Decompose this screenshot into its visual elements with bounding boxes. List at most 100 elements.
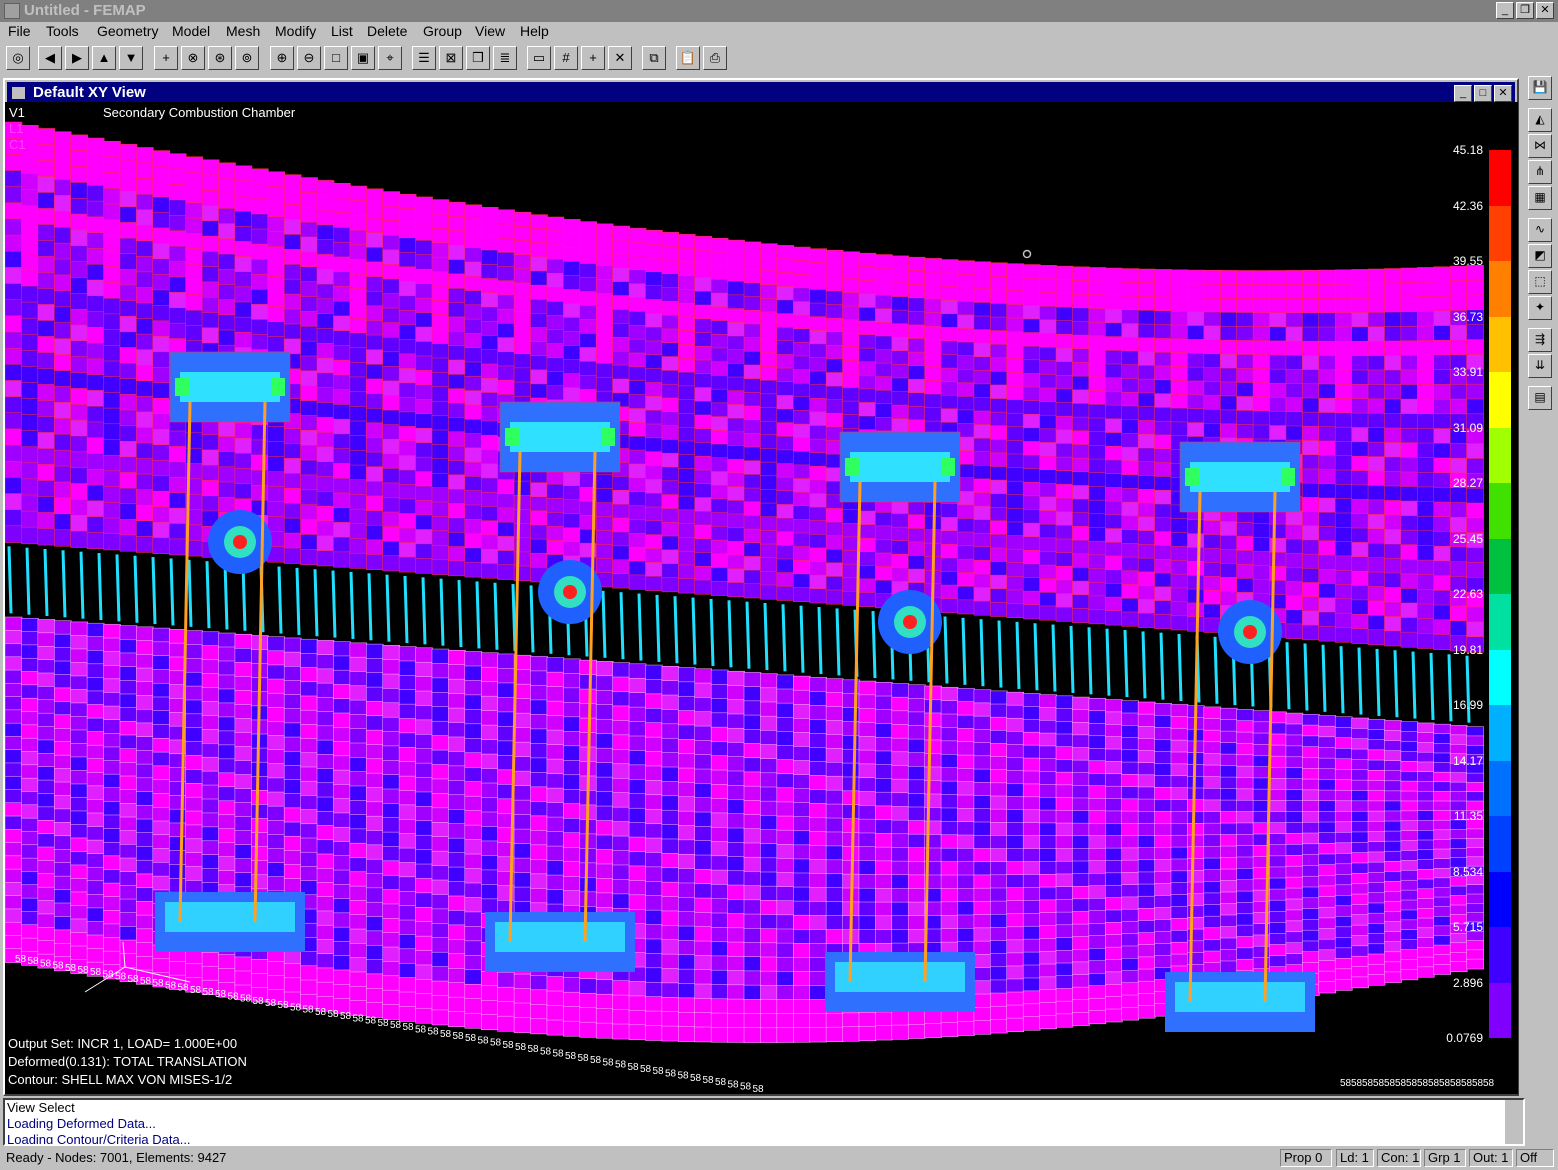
arrow-up-icon[interactable]: ▲ <box>92 46 116 70</box>
constraint-label: 58 <box>1395 1078 1407 1089</box>
print-icon[interactable]: ⎙ <box>703 46 727 70</box>
menu-view[interactable]: View <box>475 23 505 39</box>
constraint-label: 58 <box>215 989 227 1000</box>
plus-icon[interactable]: + <box>154 46 178 70</box>
constraint-label: 58 <box>153 978 165 989</box>
arrow-left-icon[interactable]: ◀ <box>38 46 62 70</box>
view-maximize-button[interactable]: □ <box>1474 85 1492 102</box>
fe-model-plot[interactable]: 58 58 58 58 58 58 58 58 58 58 58 58 58 58 58 58 58 58 58 58… <box>5 102 1518 1094</box>
constraint-label: 58 <box>528 1044 540 1055</box>
status-output[interactable]: Out: 1 <box>1469 1149 1513 1167</box>
rotate-y-icon[interactable]: ⊛ <box>208 46 232 70</box>
zoom-in-icon[interactable]: ⊕ <box>270 46 294 70</box>
menu-geometry[interactable]: Geometry <box>97 23 158 39</box>
rotate-x-icon[interactable]: ⊗ <box>181 46 205 70</box>
status-load[interactable]: Ld: 1 <box>1336 1149 1374 1167</box>
cube-icon[interactable]: ❒ <box>466 46 490 70</box>
constraint-label: 58 <box>190 985 202 996</box>
window-icon[interactable]: ▭ <box>527 46 551 70</box>
constraint-label: 58 <box>78 965 90 976</box>
constraint-label: 58 <box>278 1000 290 1011</box>
legend-value: 0.0769 <box>1446 1031 1483 1045</box>
close-button[interactable]: ✕ <box>1536 2 1554 19</box>
menu-tools[interactable]: Tools <box>46 23 79 39</box>
restore-button[interactable]: ❐ <box>1516 2 1534 19</box>
zoom-box-icon[interactable]: □ <box>324 46 348 70</box>
femap-app-icon[interactable] <box>4 3 20 19</box>
rotate-z-icon[interactable]: ⊚ <box>235 46 259 70</box>
menu-delete[interactable]: Delete <box>367 23 407 39</box>
copy-icon[interactable]: ⧉ <box>642 46 666 70</box>
legend-value: 2.896 <box>1452 975 1483 990</box>
constraint-label: 58 <box>165 980 177 991</box>
geometry-icon[interactable]: ◭ <box>1528 108 1552 132</box>
messages-scrollbar[interactable] <box>1505 1100 1523 1144</box>
paste-icon[interactable]: 📋 <box>676 46 700 70</box>
constraint-label: 58 <box>515 1042 527 1053</box>
legend-swatch <box>1489 760 1511 816</box>
status-prop[interactable]: Prop 0 <box>1280 1149 1332 1167</box>
center-icon[interactable]: ⌖ <box>378 46 402 70</box>
menu-model[interactable]: Model <box>172 23 210 39</box>
menu-mesh[interactable]: Mesh <box>226 23 260 39</box>
grid-icon[interactable]: # <box>554 46 578 70</box>
view-close-button[interactable]: ✕ <box>1494 85 1512 102</box>
constraint-label: 58 <box>303 1005 315 1016</box>
arrow-down-icon[interactable]: ▼ <box>119 46 143 70</box>
constraint-label: 58 <box>40 958 52 969</box>
legend-value: 22.63 <box>1452 587 1483 601</box>
view-window-icon[interactable] <box>12 87 25 99</box>
zoom-window-icon[interactable]: ▣ <box>351 46 375 70</box>
solid-icon[interactable]: ⬚ <box>1528 270 1552 294</box>
constraint-label: 58 <box>640 1064 652 1075</box>
menu-help[interactable]: Help <box>520 23 549 39</box>
constraint-label: 58 <box>465 1033 477 1044</box>
constraint-label: 58 <box>1483 1078 1495 1089</box>
arrow-right-icon[interactable]: ▶ <box>65 46 89 70</box>
menu-file[interactable]: File <box>8 23 31 39</box>
constraint-label: 58 <box>28 956 40 967</box>
close-x-icon[interactable]: ✕ <box>608 46 632 70</box>
mesh-tree-icon[interactable]: ⋔ <box>1528 160 1552 184</box>
save-icon[interactable]: 💾 <box>1528 76 1552 100</box>
constraint-label: 58 <box>140 976 152 987</box>
box-icon[interactable]: ⊠ <box>439 46 463 70</box>
constraint-label: 58 <box>503 1040 515 1051</box>
plus-snap-icon[interactable]: + <box>581 46 605 70</box>
messages-pane[interactable]: View Select Loading Deformed Data... Loa… <box>3 1098 1525 1146</box>
element-icon[interactable]: ▦ <box>1528 186 1552 210</box>
constraint-icon[interactable]: ⇊ <box>1528 354 1552 378</box>
constraint-label: 58 <box>603 1057 615 1068</box>
panel-icon[interactable]: ▤ <box>1528 386 1552 410</box>
mesh-icon[interactable]: ⋈ <box>1528 134 1552 158</box>
output-set-label: Output Set: INCR 1, LOAD= 1.000E+00 <box>8 1036 238 1051</box>
view-minimize-button[interactable]: _ <box>1454 85 1472 102</box>
status-constraint[interactable]: Con: 1 <box>1377 1149 1421 1167</box>
constraint-label: 58 <box>678 1071 690 1082</box>
legend-value: 19.81 <box>1452 642 1483 657</box>
legend-value: 11.35 <box>1453 809 1483 823</box>
select-icon[interactable]: ◎ <box>6 46 30 70</box>
legend-value: 31.09 <box>1452 420 1483 435</box>
constraint-label: 58 <box>353 1013 365 1024</box>
constraint-label: 58 <box>265 998 277 1009</box>
list-icon[interactable]: ☰ <box>412 46 436 70</box>
menu-group[interactable]: Group <box>423 23 462 39</box>
status-group[interactable]: Grp 1 <box>1424 1149 1466 1167</box>
constraint-label: 58 <box>340 1011 352 1022</box>
zoom-out-icon[interactable]: ⊖ <box>297 46 321 70</box>
layers-icon[interactable]: ≣ <box>493 46 517 70</box>
constraint-label: 58 <box>590 1055 602 1066</box>
curve-icon[interactable]: ∿ <box>1528 218 1552 242</box>
load-icon[interactable]: ⇶ <box>1528 328 1552 352</box>
surface-icon[interactable]: ◩ <box>1528 244 1552 268</box>
constraint-label: 58 <box>665 1068 677 1079</box>
node-icon[interactable]: ✦ <box>1528 296 1552 320</box>
menu-list[interactable]: List <box>331 23 353 39</box>
graphics-viewport[interactable]: 58 58 58 58 58 58 58 58 58 58 58 58 58 58 58 58 58 58 58 58… <box>5 102 1518 1094</box>
cursor-marker <box>1022 249 1032 259</box>
minimize-button[interactable]: _ <box>1496 2 1514 19</box>
status-off[interactable]: Off <box>1516 1149 1554 1167</box>
legend-value: 33.91 <box>1452 365 1483 379</box>
menu-modify[interactable]: Modify <box>275 23 316 39</box>
